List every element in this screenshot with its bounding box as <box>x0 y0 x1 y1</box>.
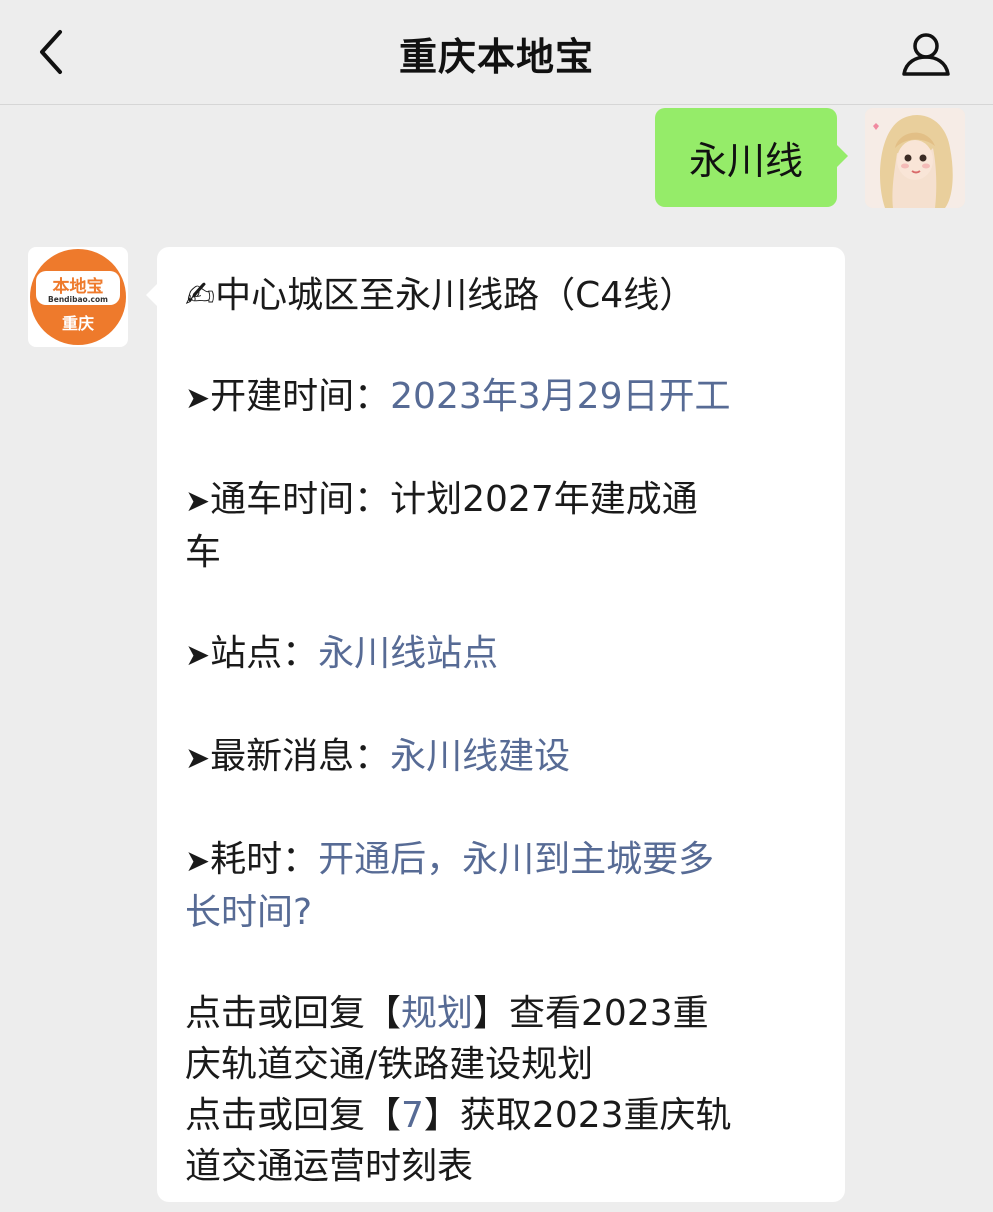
start-date-line: ➤开建时间：2023年3月29日开工 <box>185 371 819 424</box>
message-heading: ✍中心城区至永川线路（C4线） <box>185 275 696 316</box>
official-account-avatar[interactable]: 本地宝 Bendibao.com 重庆 <box>28 247 128 347</box>
news-line: ➤最新消息：永川线建设 <box>185 731 819 784</box>
start-date-label: 开建时间： <box>210 376 391 417</box>
arrow-icon: ➤ <box>185 638 211 673</box>
start-date-link[interactable]: 2023年3月29日开工 <box>390 376 730 417</box>
incoming-message-bubble: ✍中心城区至永川线路（C4线） ➤开建时间：2023年3月29日开工 ➤通车时间… <box>146 247 845 1202</box>
logo-main-text: 本地宝 <box>53 276 104 297</box>
arrow-icon: ➤ <box>185 741 211 776</box>
arrow-icon: ➤ <box>185 484 211 519</box>
news-link[interactable]: 永川线建设 <box>390 736 570 777</box>
logo-city-text: 重庆 <box>62 314 94 333</box>
stations-line: ➤站点：永川线站点 <box>185 628 819 681</box>
news-label: 最新消息： <box>210 736 391 777</box>
duration-link[interactable]: 开通后，永川到主城要多 <box>318 839 714 880</box>
page-title: 重庆本地宝 <box>398 35 594 79</box>
person-icon <box>902 33 950 76</box>
writing-hand-icon: ✍ <box>185 275 216 316</box>
duration-line: ➤耗时：开通后，永川到主城要多 <box>185 834 819 887</box>
top-bar: 重庆本地宝 <box>0 0 993 105</box>
user-avatar[interactable] <box>865 108 965 208</box>
open-date-label: 通车时间： <box>210 479 391 520</box>
cta-plan-continuation: 庆轨道交通/铁路建设规划 <box>185 1044 594 1085</box>
cta-plan-line: 点击或回复【规划】查看2023重 <box>185 993 709 1034</box>
open-date-continuation: 车 <box>185 532 222 573</box>
profile-button[interactable] <box>896 24 956 84</box>
bendibao-logo: 本地宝 Bendibao.com 重庆 <box>30 249 126 345</box>
stations-label: 站点： <box>210 633 319 674</box>
open-date-value: 计划2027年建成通 <box>390 479 698 520</box>
open-date-line: ➤通车时间：计划2027年建成通 <box>185 474 819 527</box>
logo-domain-text: Bendibao.com <box>48 295 108 304</box>
user-avatar-image <box>865 108 965 208</box>
arrow-icon: ➤ <box>185 844 211 879</box>
outgoing-message-bubble[interactable]: 永川线 <box>655 108 848 207</box>
cta-timetable-continuation: 道交通运营时刻表 <box>185 1146 474 1187</box>
duration-link-continuation[interactable]: 长时间? <box>185 887 819 938</box>
stations-link[interactable]: 永川线站点 <box>318 633 498 674</box>
outgoing-message-text: 永川线 <box>688 139 803 183</box>
duration-label: 耗时： <box>210 839 319 880</box>
timetable-keyword-link[interactable]: 7 <box>401 1095 424 1136</box>
plan-keyword-link[interactable]: 规划 <box>401 993 473 1034</box>
cta-timetable-line: 点击或回复【7】获取2023重庆轨 <box>185 1095 732 1136</box>
arrow-icon: ➤ <box>185 381 211 416</box>
